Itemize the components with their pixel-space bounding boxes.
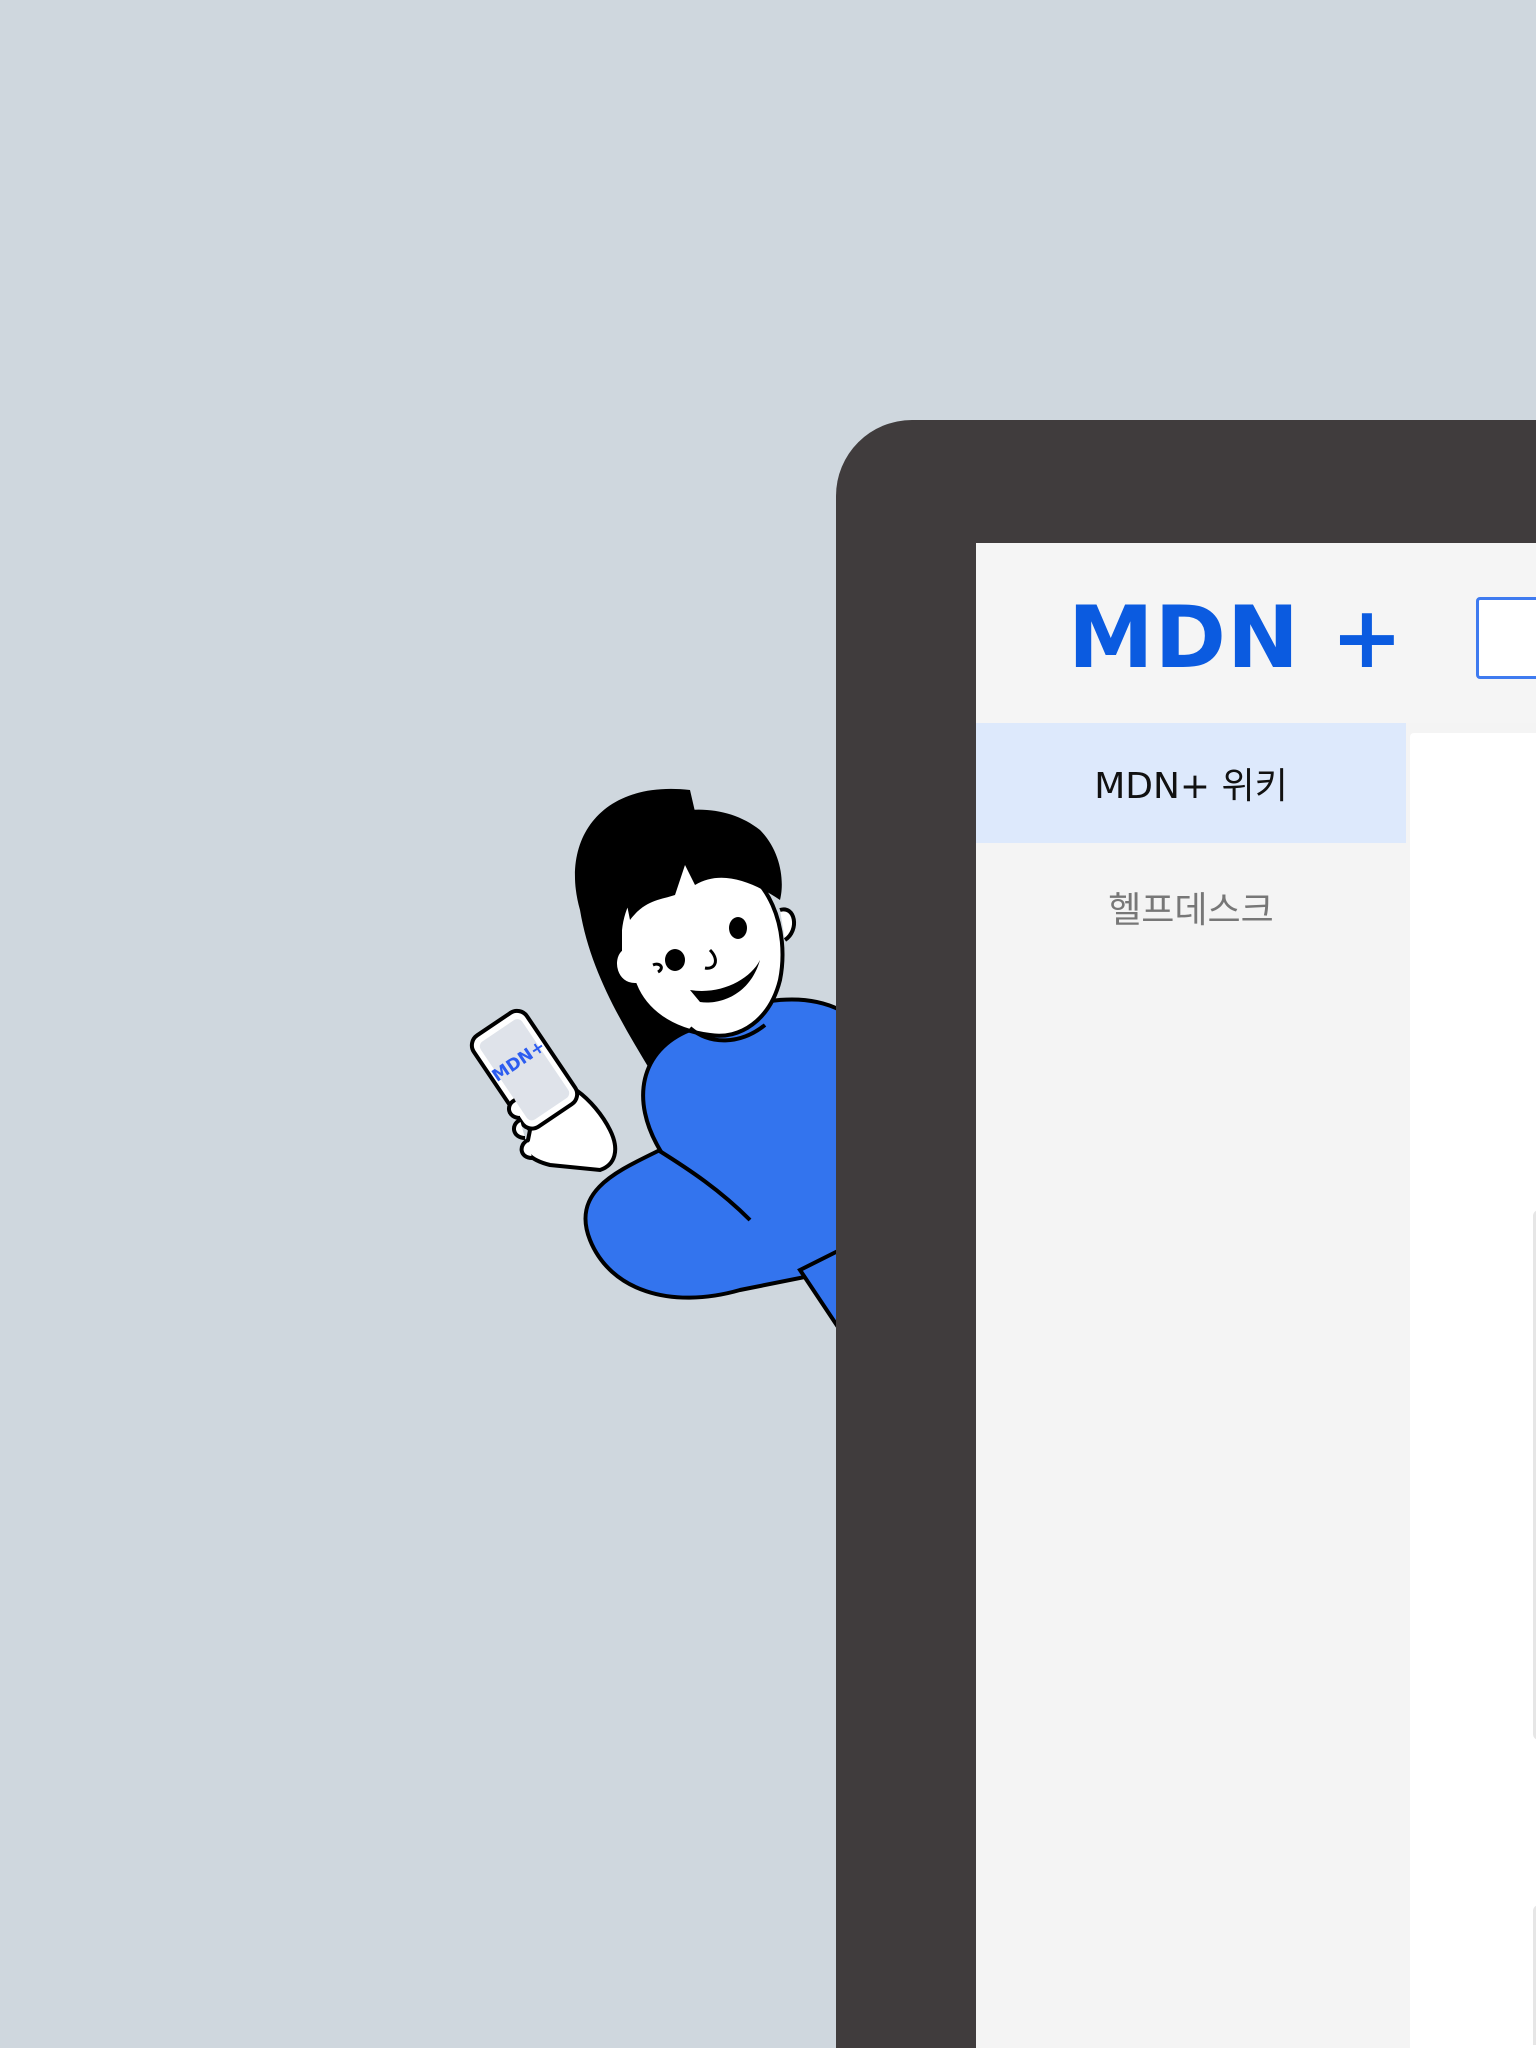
- app-logo[interactable]: MDN +: [1068, 588, 1404, 688]
- sidebar-item-mdn-wiki[interactable]: MDN+ 위키: [976, 723, 1406, 843]
- right-eye: [729, 917, 747, 939]
- marketing-scene: MDN+ MDN + MDN+ 위키 헬프데스크: [0, 0, 1536, 2048]
- search-input[interactable]: [1476, 597, 1536, 679]
- sidebar-item-label: MDN+ 위키: [1094, 766, 1288, 807]
- sidebar-item-helpdesk[interactable]: 헬프데스크: [976, 847, 1406, 967]
- device-screen: MDN + MDN+ 위키 헬프데스크: [976, 543, 1536, 2048]
- sweater: [583, 997, 842, 1300]
- character-illustration: MDN+: [469, 788, 842, 1337]
- left-eye: [665, 949, 685, 971]
- sidebar-item-label: 헬프데스크: [1108, 890, 1274, 931]
- app-header: MDN +: [976, 543, 1536, 723]
- main-content-panel: [1410, 733, 1536, 2048]
- sidebar: MDN+ 위키 헬프데스크: [976, 723, 1406, 2048]
